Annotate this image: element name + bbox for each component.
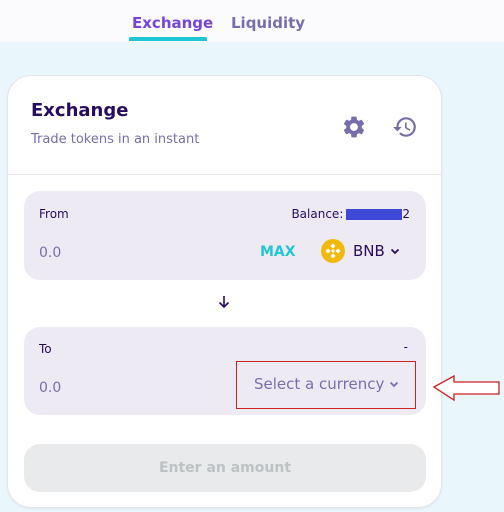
- to-amount-input[interactable]: 0.0: [39, 380, 61, 396]
- callout-arrow-icon: [432, 374, 500, 402]
- chevron-down-icon: [390, 248, 399, 255]
- swap-direction-arrow-icon[interactable]: [216, 294, 232, 314]
- top-tab-bar: Exchange Liquidity: [0, 0, 504, 42]
- highlight-box: [236, 361, 416, 409]
- to-label: To: [39, 342, 52, 356]
- to-balance: -: [403, 340, 408, 354]
- card-title: Exchange: [31, 100, 129, 121]
- max-button[interactable]: MAX: [260, 244, 296, 260]
- history-icon[interactable]: [392, 114, 418, 140]
- from-panel: From Balance: 2 0.0 MAX BNB: [24, 191, 426, 280]
- redacted-balance: [346, 208, 403, 220]
- settings-gear-icon[interactable]: [341, 114, 367, 140]
- card-subtitle: Trade tokens in an instant: [31, 132, 200, 147]
- exchange-card: Exchange Trade tokens in an instant From…: [7, 75, 442, 508]
- from-token-label: BNB: [353, 242, 385, 260]
- balance-label: Balance:: [291, 207, 344, 221]
- from-label: From: [39, 207, 69, 221]
- from-token-selector[interactable]: BNB: [321, 239, 401, 263]
- enter-amount-button[interactable]: Enter an amount: [24, 444, 426, 492]
- from-balance: Balance: 2: [291, 207, 410, 221]
- active-tab-indicator: [129, 37, 207, 41]
- balance-suffix: 2: [402, 207, 410, 221]
- tab-exchange[interactable]: Exchange: [132, 14, 213, 32]
- tab-liquidity[interactable]: Liquidity: [231, 14, 305, 32]
- bnb-logo-icon: [321, 239, 345, 263]
- from-amount-input[interactable]: 0.0: [39, 245, 61, 261]
- card-header: Exchange Trade tokens in an instant: [8, 76, 441, 175]
